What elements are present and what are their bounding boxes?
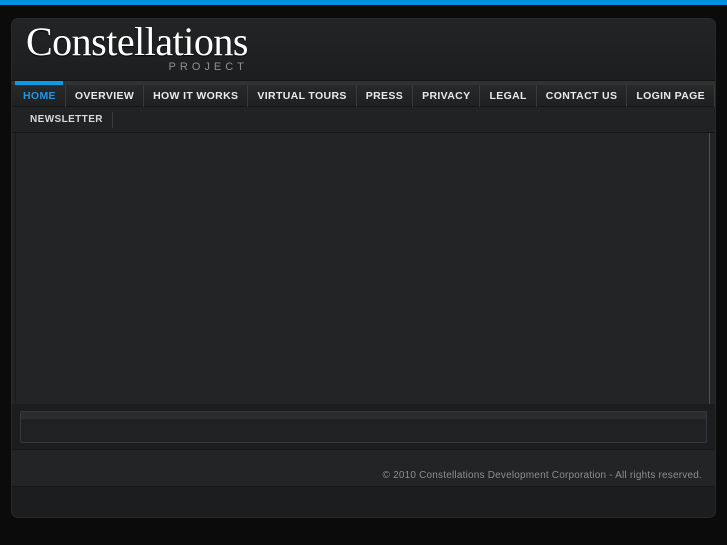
nav-item-contact-us[interactable]: CONTACT US xyxy=(537,84,628,107)
site-header: Constellations PROJECT xyxy=(12,19,715,81)
content-panel[interactable] xyxy=(20,411,707,443)
nav-item-login-page[interactable]: LOGIN PAGE xyxy=(627,84,715,107)
logo-subtitle: PROJECT xyxy=(168,61,248,73)
nav-item-virtual-tours[interactable]: VIRTUAL TOURS xyxy=(248,84,357,107)
top-accent-bar xyxy=(0,0,727,5)
nav-divider-rule xyxy=(12,81,715,85)
primary-nav: HOME OVERVIEW HOW IT WORKS VIRTUAL TOURS PRE… xyxy=(12,84,715,107)
site-shell: Constellations PROJECT HOME OVERVIEW HOW I… xyxy=(11,18,716,518)
logo-wordmark: Constellations xyxy=(26,19,248,64)
nav-item-privacy[interactable]: PRIVACY xyxy=(413,84,481,107)
copyright-text: © 2010 Constellations Development Corpor… xyxy=(382,470,702,481)
footer-tail xyxy=(12,487,715,509)
panel-top-strip xyxy=(21,412,706,420)
active-tab-accent xyxy=(15,81,63,85)
site-footer: © 2010 Constellations Development Corpor… xyxy=(12,449,715,487)
nav-item-how-it-works[interactable]: HOW IT WORKS xyxy=(144,84,249,107)
content-right-rule xyxy=(709,133,710,404)
main-content-area xyxy=(12,133,715,404)
nav-item-press[interactable]: PRESS xyxy=(357,84,414,107)
page-root: Constellations PROJECT HOME OVERVIEW HOW I… xyxy=(0,0,727,545)
logo-block[interactable]: Constellations PROJECT xyxy=(26,19,248,74)
subnav-item-newsletter[interactable]: NEWSLETTER xyxy=(20,111,113,128)
secondary-nav: NEWSLETTER xyxy=(12,107,715,133)
logo[interactable]: Constellations PROJECT xyxy=(26,19,248,74)
content-left-rule xyxy=(15,133,16,404)
nav-item-overview[interactable]: OVERVIEW xyxy=(66,84,145,107)
nav-item-home[interactable]: HOME xyxy=(15,84,66,107)
nav-item-legal[interactable]: LEGAL xyxy=(480,84,537,107)
panel-area xyxy=(12,404,715,449)
